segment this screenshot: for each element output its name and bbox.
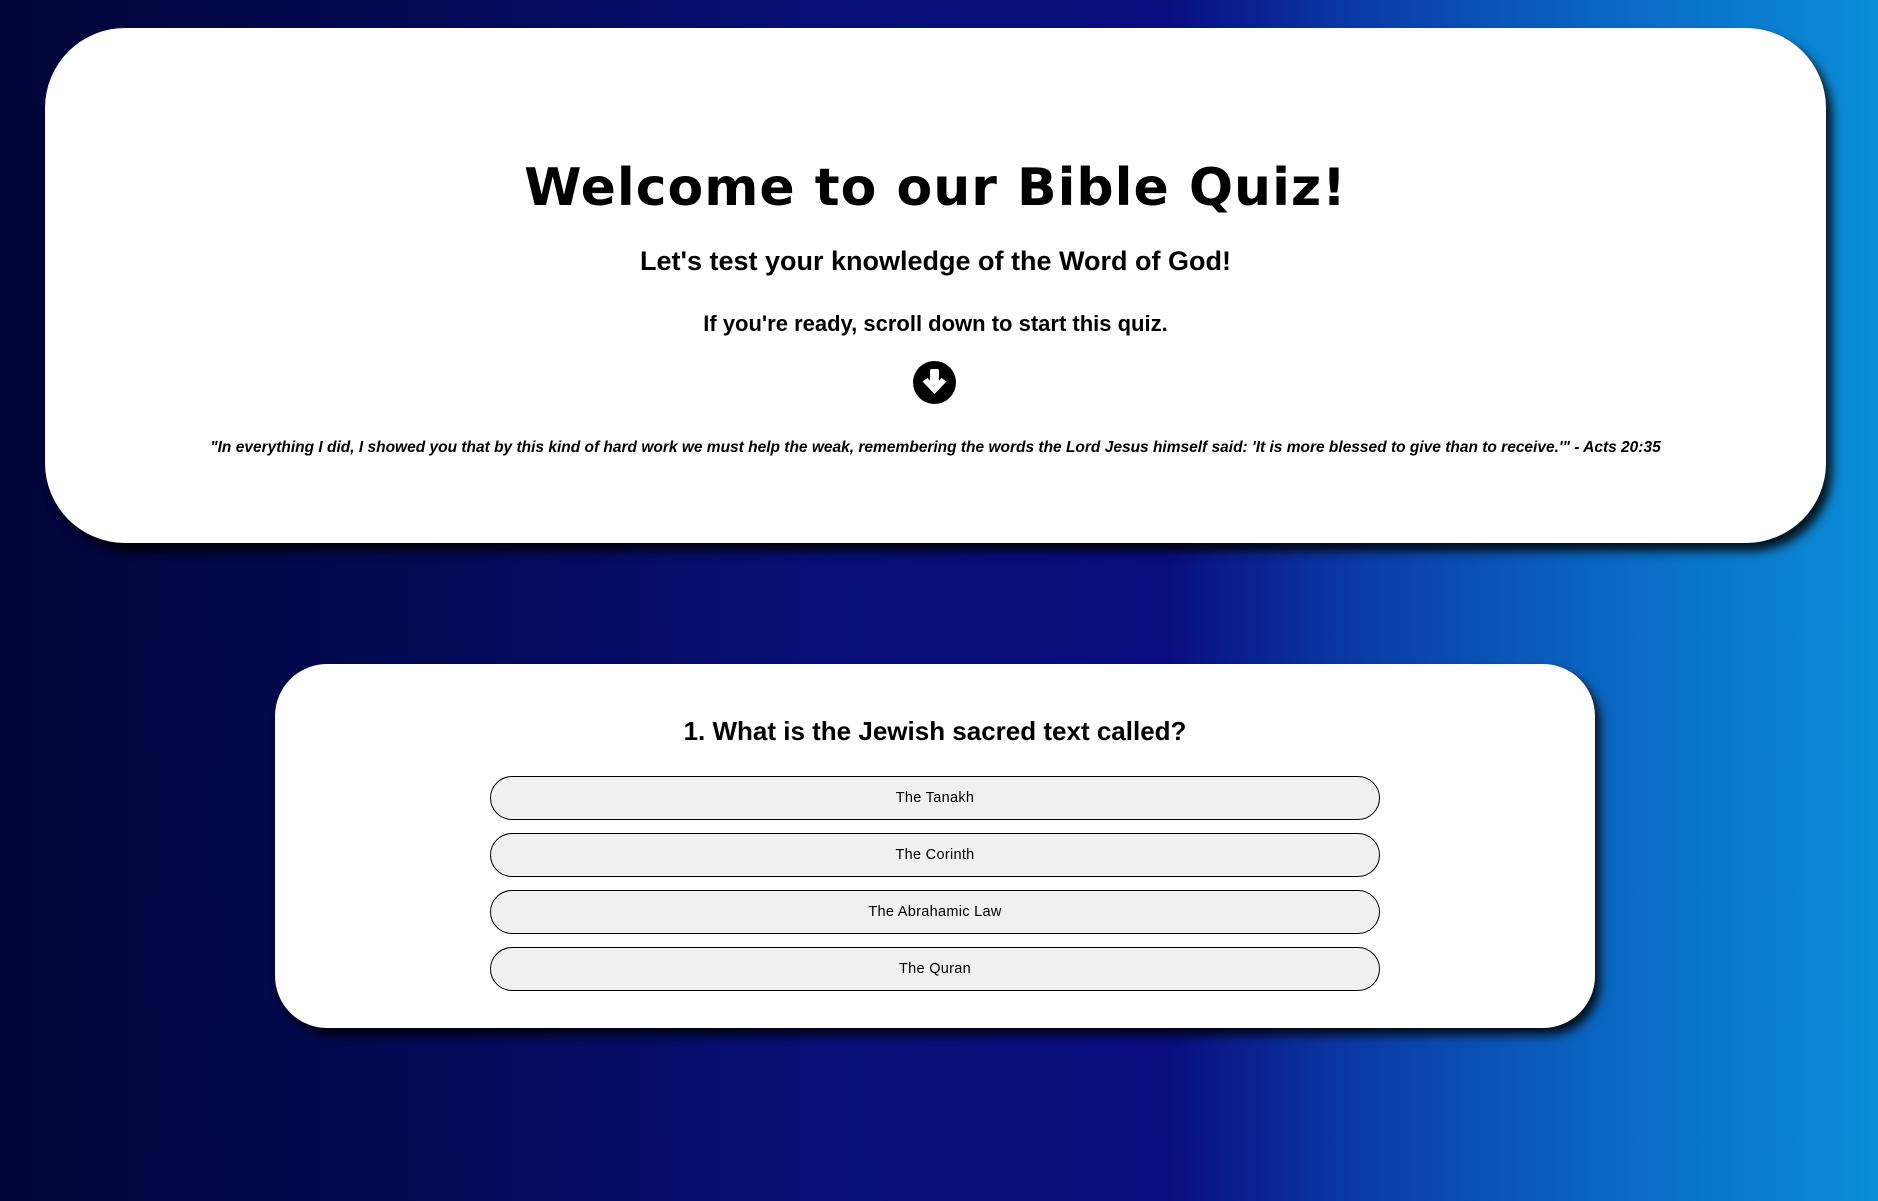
bible-verse-quote: "In everything I did, I showed you that … (210, 439, 1661, 456)
question-text: 1. What is the Jewish sacred text called… (683, 716, 1187, 746)
welcome-subtitle: Let's test your knowledge of the Word of… (640, 246, 1231, 276)
answer-list: The Tanakh The Corinth The Abrahamic Law… (490, 776, 1380, 1004)
scroll-instruction: If you're ready, scroll down to start th… (703, 311, 1168, 336)
answer-button[interactable]: The Abrahamic Law (490, 890, 1380, 934)
answer-button[interactable]: The Corinth (490, 833, 1380, 877)
answer-button[interactable]: The Quran (490, 947, 1380, 991)
page-title: Welcome to our Bible Quiz! (524, 158, 1347, 218)
answer-button[interactable]: The Tanakh (490, 776, 1380, 820)
welcome-card: Welcome to our Bible Quiz! Let's test yo… (45, 28, 1826, 543)
arrow-circle-down-icon[interactable] (913, 361, 956, 404)
question-card: 1. What is the Jewish sacred text called… (275, 664, 1595, 1028)
